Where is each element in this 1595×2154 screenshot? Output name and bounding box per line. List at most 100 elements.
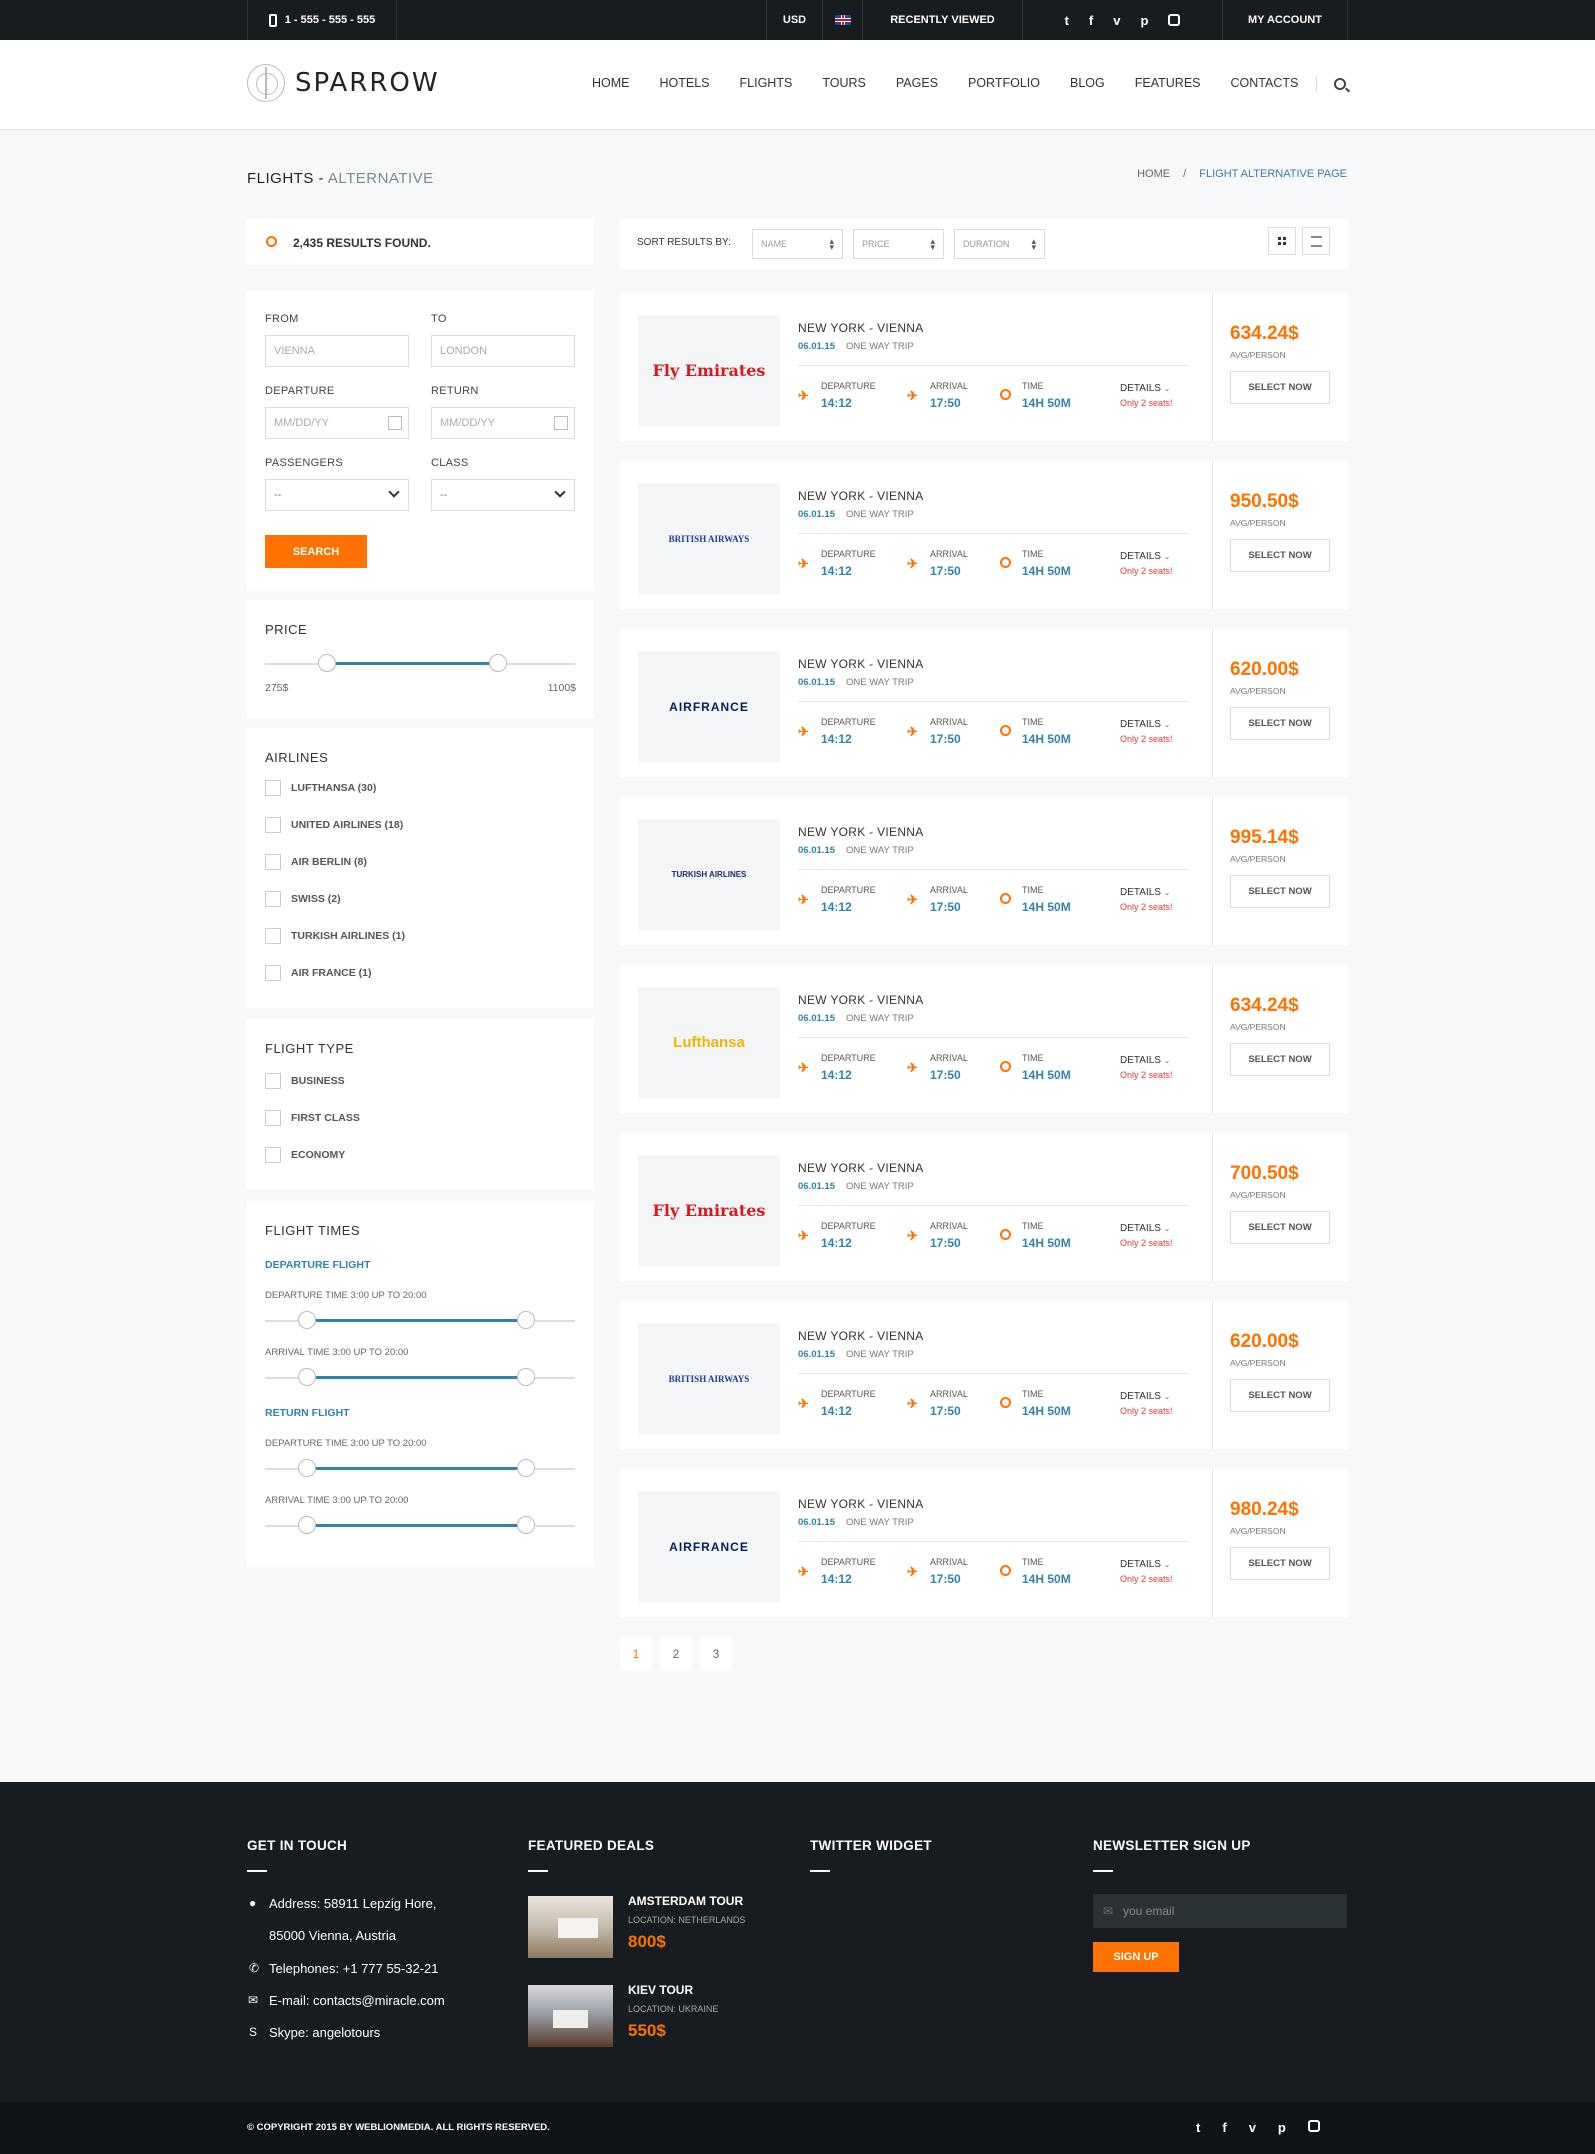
time-slider-min-handle[interactable] [298,1516,316,1534]
time-slider-max-handle[interactable] [517,1311,535,1329]
page-2-button[interactable]: 2 [660,1637,692,1671]
price-max-handle[interactable] [488,654,507,672]
airline-checkbox-air-berlin[interactable]: AIR BERLIN (8) [265,854,367,870]
nav-tours[interactable]: TOURS [822,76,866,90]
facebook-icon[interactable]: f [1089,13,1093,28]
nav-pages[interactable]: PAGES [896,76,938,90]
instagram-icon[interactable] [1168,14,1181,26]
time-slider-max-handle[interactable] [517,1368,535,1386]
time-slider-min-handle[interactable] [298,1368,316,1386]
details-toggle[interactable]: DETAILS ⌄ [1120,551,1170,562]
checkbox[interactable] [265,1073,281,1089]
price-min-handle[interactable] [318,654,336,672]
time-slider-min-handle[interactable] [298,1459,316,1477]
checkbox[interactable] [265,891,281,907]
select-now-button[interactable]: SELECT NOW [1230,707,1330,740]
nav-features[interactable]: FEATURES [1135,76,1201,90]
from-input[interactable]: VIENNA [265,335,409,367]
calendar-icon[interactable] [388,416,402,430]
sign-up-button[interactable]: SIGN UP [1093,1942,1179,1972]
nav-flights[interactable]: FLIGHTS [740,76,793,90]
select-now-button[interactable]: SELECT NOW [1230,1211,1330,1244]
checkbox[interactable] [265,965,281,981]
time-slider-min-handle[interactable] [298,1311,316,1329]
details-toggle[interactable]: DETAILS ⌄ [1120,1391,1170,1402]
recently-viewed-link[interactable]: RECENTLY VIEWED [862,0,1022,40]
facebook-icon[interactable]: f [1222,2120,1226,2135]
vimeo-icon[interactable]: v [1113,13,1120,28]
pinterest-icon[interactable]: p [1278,2120,1286,2135]
select-now-button[interactable]: SELECT NOW [1230,1379,1330,1412]
sort-by-price-select[interactable]: PRICE ▴ ▾ [853,229,944,259]
list-view-button[interactable] [1302,227,1330,255]
time-slider-max-handle[interactable] [517,1516,535,1534]
details-toggle[interactable]: DETAILS ⌄ [1120,1055,1170,1066]
sort-by-name-select[interactable]: NAME ▴ ▾ [752,229,843,259]
vimeo-icon[interactable]: v [1249,2120,1256,2135]
airline-checkbox-air-france[interactable]: AIR FRANCE (1) [265,965,372,981]
sort-by-duration-select[interactable]: DURATION ▴ ▾ [954,229,1045,259]
select-now-button[interactable]: SELECT NOW [1230,875,1330,908]
departure-date-input[interactable]: MM/DD/YY [265,407,409,439]
passengers-select[interactable]: -- [265,479,409,511]
details-toggle[interactable]: DETAILS ⌄ [1120,1559,1170,1570]
airline-checkbox-swiss[interactable]: SWISS (2) [265,891,341,907]
airline-checkbox-united[interactable]: UNITED AIRLINES (18) [265,817,403,833]
flight-route: NEW YORK - VIENNA [798,1329,924,1343]
checkbox[interactable] [265,817,281,833]
kiev-tour-image[interactable] [528,1985,613,2047]
select-now-button[interactable]: SELECT NOW [1230,539,1330,572]
checkbox[interactable] [265,1147,281,1163]
language-selector[interactable] [822,0,862,40]
time-slider-range [307,1524,526,1527]
deal-name[interactable]: KIEV TOUR [628,1983,693,1997]
checkbox[interactable] [265,1110,281,1126]
checkbox[interactable] [265,780,281,796]
currency-label: USD [782,14,807,26]
page-3-button[interactable]: 3 [700,1637,732,1671]
search-button[interactable]: SEARCH [265,535,367,568]
breadcrumb-home[interactable]: HOME [1137,168,1170,180]
brand-logo[interactable]: SPARROW [247,64,440,102]
footer-divider [247,1870,267,1872]
deal-name[interactable]: AMSTERDAM TOUR [628,1894,743,1908]
checkbox[interactable] [265,854,281,870]
flight-type-first-class[interactable]: FIRST CLASS [265,1110,360,1126]
checkbox[interactable] [265,928,281,944]
select-now-button[interactable]: SELECT NOW [1230,1043,1330,1076]
plane-landing-icon: ✈ [907,892,918,907]
details-toggle[interactable]: DETAILS ⌄ [1120,1223,1170,1234]
flight-type-economy[interactable]: ECONOMY [265,1147,345,1163]
flight-type-business[interactable]: BUSINESS [265,1073,345,1089]
class-select[interactable]: -- [431,479,575,511]
footer-email[interactable]: E-mail: contacts@miracle.com [269,1993,445,2008]
nav-contacts[interactable]: CONTACTS [1231,76,1299,90]
time-slider-max-handle[interactable] [517,1459,535,1477]
details-toggle[interactable]: DETAILS ⌄ [1120,887,1170,898]
twitter-icon[interactable]: t [1196,2120,1200,2135]
return-date-input[interactable]: MM/DD/YY [431,407,575,439]
nav-home[interactable]: HOME [592,76,630,90]
to-input[interactable]: LONDON [431,335,575,367]
nav-portfolio[interactable]: PORTFOLIO [968,76,1040,90]
airline-checkbox-lufthansa[interactable]: LUFTHANSA (30) [265,780,376,796]
details-toggle[interactable]: DETAILS ⌄ [1120,383,1170,394]
my-account-link[interactable]: MY ACCOUNT [1222,0,1348,40]
instagram-icon[interactable] [1307,2120,1320,2132]
newsletter-email-input[interactable]: ✉ you email [1093,1894,1347,1928]
sort-option-label: NAME [761,239,788,249]
search-icon[interactable] [1334,78,1346,90]
details-toggle[interactable]: DETAILS ⌄ [1120,719,1170,730]
grid-view-button[interactable] [1268,227,1296,255]
page-1-button[interactable]: 1 [620,1637,652,1671]
twitter-icon[interactable]: t [1065,13,1069,28]
select-now-button[interactable]: SELECT NOW [1230,371,1330,404]
amsterdam-tour-image[interactable] [528,1896,613,1958]
airline-checkbox-turkish[interactable]: TURKISH AIRLINES (1) [265,928,405,944]
calendar-icon[interactable] [554,416,568,430]
select-now-button[interactable]: SELECT NOW [1230,1547,1330,1580]
nav-hotels[interactable]: HOTELS [660,76,710,90]
currency-selector[interactable]: USD [766,0,822,40]
nav-blog[interactable]: BLOG [1070,76,1105,90]
pinterest-icon[interactable]: p [1140,13,1148,28]
